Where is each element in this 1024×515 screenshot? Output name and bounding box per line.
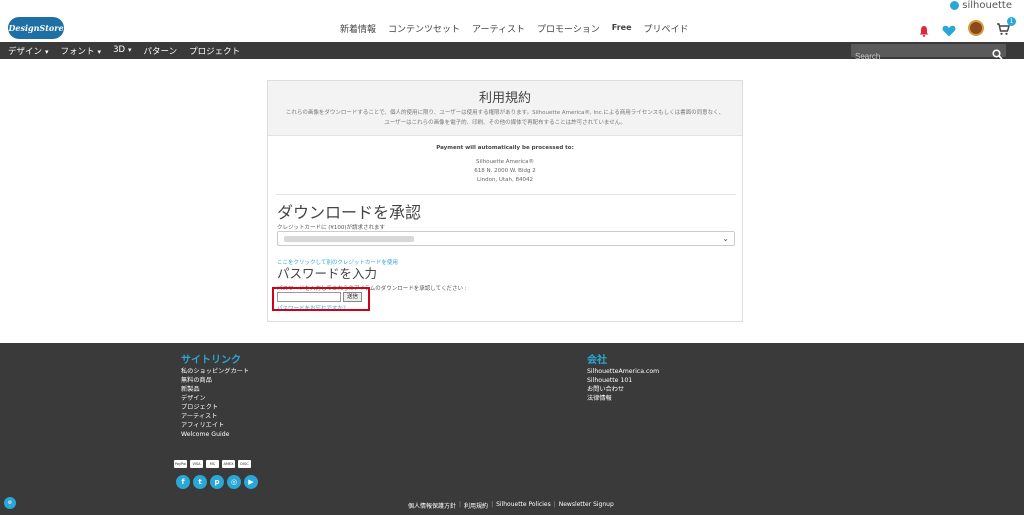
nav-patterns[interactable]: パターン [144,45,178,57]
silhouette-brand-text: silhouette [962,0,1012,11]
nav-3d-dropdown[interactable]: 3D ▾ [113,45,131,57]
privacy-policy-link[interactable]: 個人情報保護方針 [408,501,456,510]
separator: | [553,501,556,508]
site-header: DesignStore 新着情報 コンテンツセット アーティスト プロモーション… [0,14,1024,42]
paypal-icon: PayPal [174,460,187,468]
cart-count-badge: 1 [1007,17,1016,26]
footer-link[interactable]: アフィリエイト [181,421,249,430]
nav-content-sets[interactable]: コンテンツセット [388,22,460,35]
category-nav-items: デザイン ▾ フォント ▾ 3D ▾ パターン プロジェクト [8,45,240,57]
terms-section: 利用規約 これらの画像をダウンロードすることで、個人的使用に限り、ユーザーは使用… [268,81,742,136]
visa-icon: VISA [190,460,203,468]
terms-text: これらの画像をダウンロードすることで、個人的使用に限り、ユーザーは使用する権限が… [285,110,725,126]
user-avatar[interactable] [968,20,984,36]
silhouette-policies-link[interactable]: Silhouette Policies [496,501,551,510]
site-links-heading: サイトリンク [181,355,241,366]
terms-title: 利用規約 [478,91,531,106]
company-heading: 会社 [587,355,607,366]
highlight-box [272,287,370,311]
credit-card-select[interactable]: ⌄ [277,231,735,246]
design-store-logo[interactable]: DesignStore [8,17,64,39]
footer-link[interactable]: アーティスト [181,412,249,421]
chevron-down-icon: ▾ [45,48,49,56]
footer-link[interactable]: デザイン [181,394,249,403]
approve-download-title: ダウンロードを承認 [277,203,422,222]
footer-link[interactable]: プロジェクト [181,403,249,412]
footer-link[interactable]: 法律情報 [587,394,659,403]
amex-icon: AMEX [222,460,235,468]
favorites-heart-icon[interactable] [942,22,956,37]
top-nav: 新着情報 コンテンツセット アーティスト プロモーション Free プリペイド [340,22,689,35]
instagram-icon[interactable]: ◎ [227,475,241,489]
separator: | [491,501,494,508]
footer-link[interactable]: Silhouette 101 [587,376,659,385]
payment-methods: PayPal VISA MC AMEX DISC [174,460,251,468]
footer-link[interactable]: お問い合わせ [587,385,659,394]
mastercard-icon: MC [206,460,219,468]
twitter-icon[interactable]: t [193,475,207,489]
nav-projects[interactable]: プロジェクト [189,45,240,57]
facebook-icon[interactable]: f [176,475,190,489]
site-footer: サイトリンク 私のショッピングカート 無料の商品 新製品 デザイン プロジェクト… [0,343,1024,515]
silhouette-logo-icon [950,1,960,10]
silhouette-brand-link[interactable]: silhouette [950,0,1012,11]
company-links-list: SilhouetteAmerica.com Silhouette 101 お問い… [587,367,659,403]
top-strip: silhouette [0,0,1024,14]
nav-promotions[interactable]: プロモーション [537,22,600,35]
processor-address: Silhouette America® 618 N. 2000 W. Bldg … [268,158,742,185]
nav-designs-dropdown[interactable]: デザイン ▾ [8,45,49,57]
nav-artists[interactable]: アーティスト [472,22,525,35]
redacted-card-number [284,236,414,242]
footer-link[interactable]: SilhouetteAmerica.com [587,367,659,376]
site-links-list: 私のショッピングカート 無料の商品 新製品 デザイン プロジェクト アーティスト… [181,367,249,439]
divider [276,194,736,195]
checkout-card: 利用規約 これらの画像をダウンロードすることで、個人的使用に限り、ユーザーは使用… [267,80,743,322]
social-links: f t p ◎ ▶ [176,475,258,489]
nav-3d-label: 3D [113,45,126,55]
nav-fonts-label: フォント [60,47,95,57]
payment-label: Payment will automatically be processed … [436,145,574,151]
search-icon[interactable] [992,45,1003,64]
footer-link[interactable]: 私のショッピングカート [181,367,249,376]
chevron-down-icon: ▾ [128,46,132,54]
youtube-icon[interactable]: ▶ [244,475,258,489]
accessibility-button[interactable]: ⚙ [4,497,16,509]
footer-link[interactable]: 新製品 [181,385,249,394]
category-navbar: デザイン ▾ フォント ▾ 3D ▾ パターン プロジェクト [0,42,1024,63]
pinterest-icon[interactable]: p [210,475,224,489]
notification-bell-icon[interactable] [918,22,930,37]
address-line: 618 N. 2000 W. Bldg 2 [474,168,536,174]
terms-link[interactable]: 利用規約 [464,501,488,510]
legal-links: 個人情報保護方針 | 利用規約 | Silhouette Policies | … [408,501,614,510]
footer-link[interactable]: Welcome Guide [181,430,249,439]
nav-prepaid[interactable]: プリペイド [644,22,689,35]
discover-icon: DISC [238,460,251,468]
search-box [851,44,1006,63]
cart-icon[interactable]: 1 [996,17,1016,35]
newsletter-signup-link[interactable]: Newsletter Signup [559,501,614,510]
address-line: Silhouette America® [476,159,534,165]
payment-processor-block: Payment will automatically be processed … [268,136,742,185]
nav-whats-new[interactable]: 新着情報 [340,22,376,35]
address-line: Lindon, Utah, 84042 [477,177,533,183]
chevron-down-icon: ⌄ [722,234,729,243]
enter-password-title: パスワードを入力 [277,266,378,281]
chevron-down-icon: ▾ [97,48,102,56]
separator: | [459,501,462,508]
credit-card-charge-note: クレジットカードに (¥100)が請求されます [277,225,386,231]
nav-fonts-dropdown[interactable]: フォント ▾ [61,45,102,57]
footer-link[interactable]: 無料の商品 [181,376,249,385]
search-input[interactable] [851,50,986,63]
nav-designs-label: デザイン [8,47,43,57]
logo-text: DesignStore [8,23,64,33]
header-icons: 1 [918,17,1016,37]
nav-free[interactable]: Free [612,22,632,35]
